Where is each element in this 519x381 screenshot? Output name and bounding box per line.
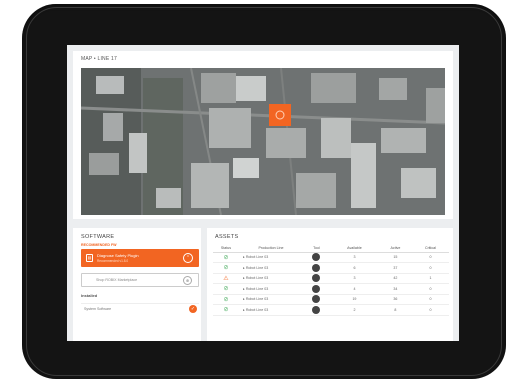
active-value: 36 bbox=[378, 294, 412, 305]
map-title: MAP • LINE 17 bbox=[81, 56, 117, 62]
col-critical[interactable]: Critical bbox=[411, 244, 449, 253]
check-circle-icon: ⊘ bbox=[223, 307, 229, 314]
recommended-label: RECOMMENDED FW bbox=[81, 243, 117, 247]
line-name: ▸ Robot Line 03 bbox=[239, 262, 303, 274]
active-value: 8 bbox=[378, 304, 412, 316]
assets-table: Status Production Line Tool Available Ac… bbox=[213, 244, 449, 316]
available-value: 19 bbox=[329, 294, 379, 305]
tool-icon bbox=[312, 263, 321, 272]
recommended-sub: Recommended v1.8.0 bbox=[97, 259, 129, 263]
tool-icon bbox=[312, 305, 321, 314]
tool-icon bbox=[312, 253, 321, 262]
table-row[interactable]: ⊘ ▸ Robot Line 03 6 37 0 bbox=[213, 262, 449, 274]
active-value: 37 bbox=[378, 262, 412, 274]
installed-item[interactable]: System Software ✓ bbox=[81, 303, 199, 315]
col-available[interactable]: Available bbox=[329, 244, 379, 253]
tool-icon bbox=[312, 284, 321, 293]
active-value: 34 bbox=[378, 283, 412, 295]
active-value: 15 bbox=[378, 252, 412, 263]
recommended-card[interactable]: ▤ Diagnose Safety Plugin Recommended v1.… bbox=[81, 249, 199, 267]
selected-area-marker bbox=[269, 104, 291, 126]
critical-value: 0 bbox=[411, 283, 449, 295]
check-icon: ✓ bbox=[189, 305, 197, 313]
line-name: ▸ Robot Line 03 bbox=[239, 304, 303, 316]
shop-search-field[interactable]: Shop ROBIX Marketplace ⊕ bbox=[81, 273, 199, 287]
table-row[interactable]: ⊘ ▸ Robot Line 03 2 8 0 bbox=[213, 304, 449, 316]
assets-title: ASSETS bbox=[215, 234, 239, 240]
tool-icon bbox=[312, 295, 321, 304]
app-screen: MAP • LINE 17 SOFTWARE RECOMMENDED FW ▤ … bbox=[67, 45, 459, 341]
satellite-map[interactable] bbox=[81, 68, 445, 215]
line-name: ▸ Robot Line 03 bbox=[239, 252, 303, 263]
map-card: MAP • LINE 17 bbox=[73, 51, 453, 219]
available-value: 3 bbox=[329, 273, 379, 284]
tool-icon bbox=[312, 274, 321, 283]
warning-triangle-icon: ⚠ bbox=[223, 275, 229, 282]
table-row[interactable]: ⊘ ▸ Robot Line 03 19 36 0 bbox=[213, 294, 449, 305]
available-value: 6 bbox=[329, 262, 379, 274]
check-circle-icon: ⊘ bbox=[223, 296, 229, 303]
critical-value: 0 bbox=[411, 252, 449, 263]
table-row[interactable]: ⊘ ▸ Robot Line 03 4 34 0 bbox=[213, 283, 449, 295]
available-value: 4 bbox=[329, 283, 379, 295]
critical-value: 0 bbox=[411, 304, 449, 316]
col-line[interactable]: Production Line bbox=[239, 244, 303, 253]
col-active[interactable]: Active bbox=[378, 244, 412, 253]
installed-item-label: System Software bbox=[84, 307, 112, 311]
plugin-icon: ▤ bbox=[86, 254, 93, 262]
check-circle-icon: ⊘ bbox=[223, 265, 229, 272]
active-value: 42 bbox=[378, 273, 412, 284]
table-row[interactable]: ⚠ ▸ Robot Line 03 3 42 1 bbox=[213, 273, 449, 284]
installed-label: Installed bbox=[81, 293, 98, 298]
satellite-map-image bbox=[81, 68, 445, 215]
table-row[interactable]: ⊘ ▸ Robot Line 03 3 15 0 bbox=[213, 252, 449, 263]
line-name: ▸ Robot Line 03 bbox=[239, 283, 303, 295]
line-name: ▸ Robot Line 03 bbox=[239, 294, 303, 305]
col-status[interactable]: Status bbox=[213, 244, 239, 253]
available-value: 3 bbox=[329, 252, 379, 263]
assets-panel: ASSETS Status Production Line Tool Avail… bbox=[207, 228, 453, 341]
line-name: ▸ Robot Line 03 bbox=[239, 273, 303, 284]
critical-value: 0 bbox=[411, 294, 449, 305]
critical-value: 0 bbox=[411, 262, 449, 274]
recommended-name: Diagnose Safety Plugin bbox=[97, 253, 139, 258]
software-panel: SOFTWARE RECOMMENDED FW ▤ Diagnose Safet… bbox=[73, 228, 201, 341]
critical-value: 1 bbox=[411, 273, 449, 284]
check-circle-icon: ⊘ bbox=[223, 254, 229, 261]
shop-placeholder: Shop ROBIX Marketplace bbox=[96, 278, 138, 282]
cart-icon[interactable]: ⊕ bbox=[183, 276, 192, 285]
software-title: SOFTWARE bbox=[81, 234, 115, 240]
col-tool[interactable]: Tool bbox=[303, 244, 330, 253]
download-icon[interactable]: ⌃ bbox=[183, 253, 193, 263]
available-value: 2 bbox=[329, 304, 379, 316]
check-circle-icon: ⊘ bbox=[223, 286, 229, 293]
